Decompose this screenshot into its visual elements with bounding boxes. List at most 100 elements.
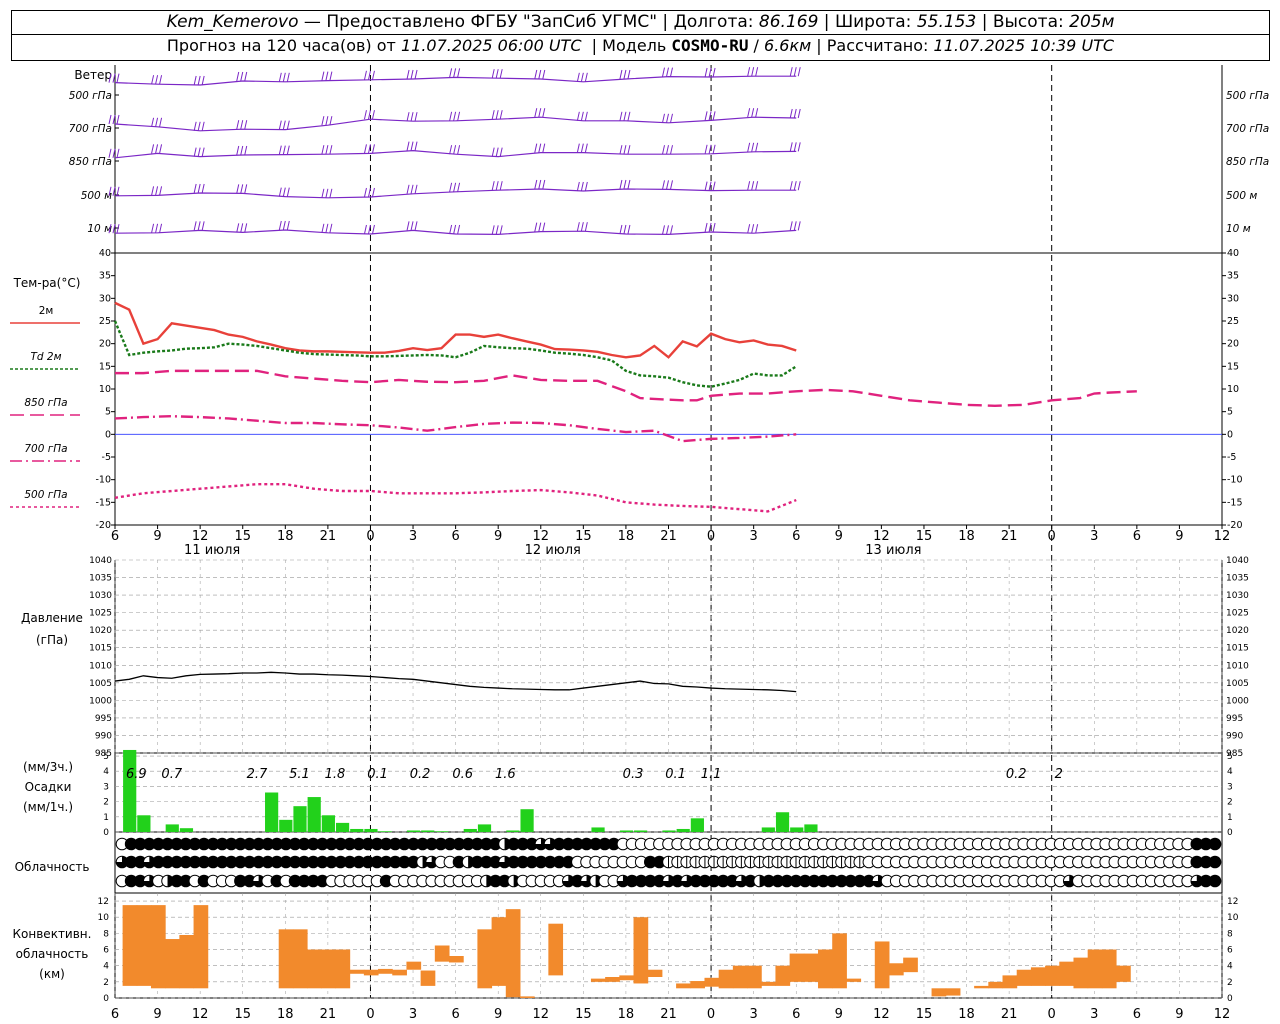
wind-barb [495,110,499,120]
wind-barb [666,113,669,123]
wind-barb [751,181,755,191]
pres-y-label-right: 1000 [1226,696,1249,706]
conv-x-label: 12 [1214,1007,1231,1022]
temp-x-label: 15 [916,529,933,544]
wind-barb [627,69,631,80]
wind-barb [329,145,333,155]
temp-legend-label: 2м [39,305,54,317]
wind-barb [704,144,708,154]
pres-y-label-right: 1025 [1226,609,1249,619]
wind-barb [325,116,329,126]
convective-bar [292,929,308,989]
wind-level-label-left: 700 гПа [69,123,112,135]
convective-bar [789,953,805,982]
wind-barb [363,187,367,198]
conv-y-label-right: 12 [1227,897,1238,907]
precip-total-label: 1.8 [325,767,346,782]
wind-barb [704,222,708,233]
wind-barb [414,112,418,122]
wind-barb [116,148,120,158]
wind-barb [449,182,453,192]
temp-y-label-right: -20 [1227,520,1243,531]
temp-y-label: 35 [99,271,111,282]
conv-x-label: 9 [153,1007,161,1022]
wind-barb [457,145,461,155]
wind-barb [704,111,708,121]
temp-y-label: 20 [99,339,111,350]
pres-y-label-right: 1015 [1226,644,1249,654]
temp-y-label-right: -5 [1227,452,1236,463]
wind-barb [201,147,205,157]
temp-legend-label: 700 гПа [24,443,67,455]
conv-x-label: 12 [873,1007,890,1022]
conv-x-label: 18 [958,1007,975,1022]
wind-barb [538,222,542,232]
wind-barb [414,141,418,151]
wind-barb [789,142,793,152]
precip-bar [265,792,279,832]
wind-barb [580,111,584,121]
precip-total-label: 0.1 [665,767,686,782]
conv-x-label: 21 [660,1007,677,1022]
convective-bar [988,981,1004,989]
convective-bar [1073,957,1089,989]
wind-barb [151,186,155,196]
wind-barb [240,71,244,82]
prec-unit-1h: (мм/1ч.) [23,800,73,814]
wind-barb [538,108,542,118]
precip-bar [619,830,634,832]
convective-bar [1045,965,1060,986]
pres-y-label: 1000 [89,696,112,706]
temp-x-label: 21 [660,529,677,544]
wind-barb [538,69,542,80]
wind-barb [666,145,669,155]
precip-bar [321,815,335,832]
precip-bar [662,830,676,832]
pres-y-label: 1015 [89,644,112,654]
wind-barb [712,222,716,233]
conv-title-1: Конвективн. [13,927,92,941]
wind-barb [116,224,120,234]
wind-barb [499,147,503,157]
wind-barb [793,221,797,231]
precip-bar [676,828,690,832]
wind-barb [116,73,120,83]
temp-y-label-right: 15 [1227,361,1239,372]
wind-barb [410,69,414,80]
prec-y-label: 5 [103,752,109,762]
pres-y-label-right: 995 [1226,714,1243,724]
convective-bar [406,961,422,970]
wind-barb [576,111,580,121]
temp-y-label-right: 5 [1227,407,1233,418]
wind-barb [278,120,282,130]
wind-barb [151,117,155,127]
temp-series-line [114,301,797,359]
pres-panel-title: Давление [21,611,83,625]
precip-bar [506,830,520,832]
wind-barb [282,145,286,155]
wind-barb [755,142,759,152]
conv-x-label: 0 [1048,1007,1056,1022]
precip-bar [293,806,307,832]
convective-bar [888,963,904,976]
precip-bar [435,831,449,832]
cloud-panel-title: Облачность [15,860,90,874]
wind-level-label-left: 850 гПа [69,156,112,168]
convective-bar [775,965,791,986]
wind-barb [576,72,580,82]
wind-barb [321,188,325,198]
conv-y-label: 12 [98,897,109,907]
wind-barb [236,223,240,233]
temp-y-label-right: 20 [1227,339,1239,350]
precip-bar [591,827,605,832]
wind-barb [329,188,333,198]
precip-bar [520,809,534,832]
wind-barb [240,120,244,130]
conv-x-label: 3 [750,1007,758,1022]
wind-barb [747,224,751,234]
convective-bar [676,983,691,989]
wind-barb [670,225,673,235]
wind-barb [797,142,801,152]
conv-y-label: 8 [103,929,109,939]
wind-barb [666,180,669,190]
